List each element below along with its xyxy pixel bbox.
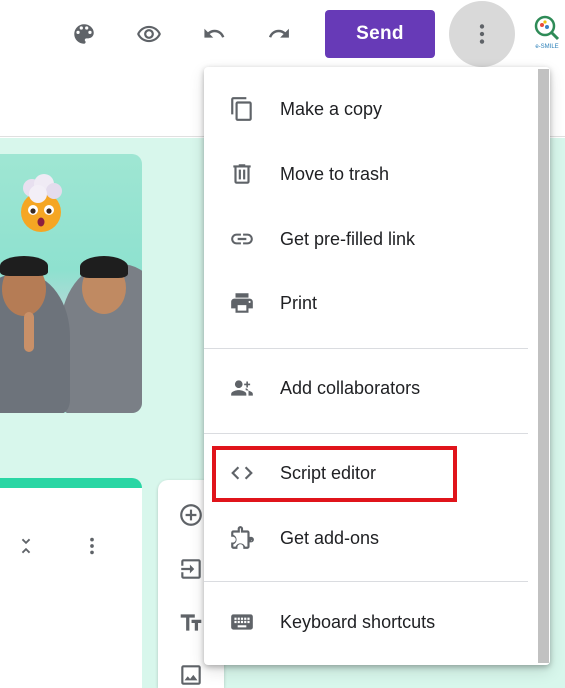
- link-icon: [226, 223, 258, 255]
- add-circle-icon[interactable]: [176, 500, 206, 530]
- undo-icon[interactable]: [194, 14, 234, 54]
- menu-item-make-a-copy[interactable]: Make a copy: [204, 77, 538, 141]
- copy-icon: [226, 93, 258, 125]
- exploding-head-emoji: [21, 174, 62, 232]
- menu-item-get-add-ons[interactable]: Get add-ons: [204, 506, 538, 570]
- menu-item-label: Script editor: [280, 462, 377, 483]
- brand-logo: e-SMILE: [530, 14, 564, 54]
- palette-icon[interactable]: [64, 14, 104, 54]
- menu-item-print[interactable]: Print: [204, 271, 538, 335]
- trash-icon: [226, 158, 258, 190]
- more-options-button[interactable]: [449, 1, 515, 67]
- title-text-icon[interactable]: [176, 608, 206, 638]
- menu-item-label: Add collaborators: [280, 377, 421, 398]
- send-button[interactable]: Send: [325, 10, 435, 58]
- menu-item-label: Get pre-filled link: [280, 228, 416, 249]
- vertical-dots-icon: [479, 24, 485, 44]
- menu-item-label: Print: [280, 292, 318, 313]
- menu-item-move-to-trash[interactable]: Move to trash: [204, 142, 538, 206]
- more-options-menu: Make a copy Move to trash Get pre-filled…: [204, 67, 550, 665]
- collapse-icon[interactable]: [14, 534, 38, 558]
- question-card[interactable]: [0, 478, 142, 688]
- menu-item-label: Move to trash: [280, 163, 390, 184]
- redo-icon[interactable]: [259, 14, 299, 54]
- add-people-icon: [226, 372, 258, 404]
- header-image: [0, 154, 142, 413]
- menu-scrollbar[interactable]: [538, 69, 549, 663]
- top-toolbar: Send e-SMILE: [0, 0, 565, 69]
- menu-item-label: Get add-ons: [280, 527, 380, 548]
- menu-item-add-collaborators[interactable]: Add collaborators: [204, 356, 538, 420]
- print-icon: [226, 287, 258, 319]
- menu-divider: [204, 348, 528, 349]
- eye-icon[interactable]: [129, 14, 169, 54]
- puzzle-icon: [226, 522, 258, 554]
- vertical-dots-icon[interactable]: [80, 534, 104, 558]
- menu-item-script-editor[interactable]: Script editor: [204, 441, 538, 505]
- menu-divider: [204, 433, 528, 434]
- menu-item-label: Keyboard shortcuts: [280, 611, 436, 632]
- menu-item-get-pre-filled-link[interactable]: Get pre-filled link: [204, 207, 538, 271]
- keyboard-icon: [226, 606, 258, 638]
- import-questions-icon[interactable]: [176, 554, 206, 584]
- logo-text: e-SMILE: [535, 44, 559, 50]
- menu-item-label: Make a copy: [280, 98, 383, 119]
- menu-divider: [204, 581, 528, 582]
- code-icon: [226, 457, 258, 489]
- image-icon[interactable]: [176, 660, 206, 688]
- menu-item-keyboard-shortcuts[interactable]: Keyboard shortcuts: [204, 590, 538, 654]
